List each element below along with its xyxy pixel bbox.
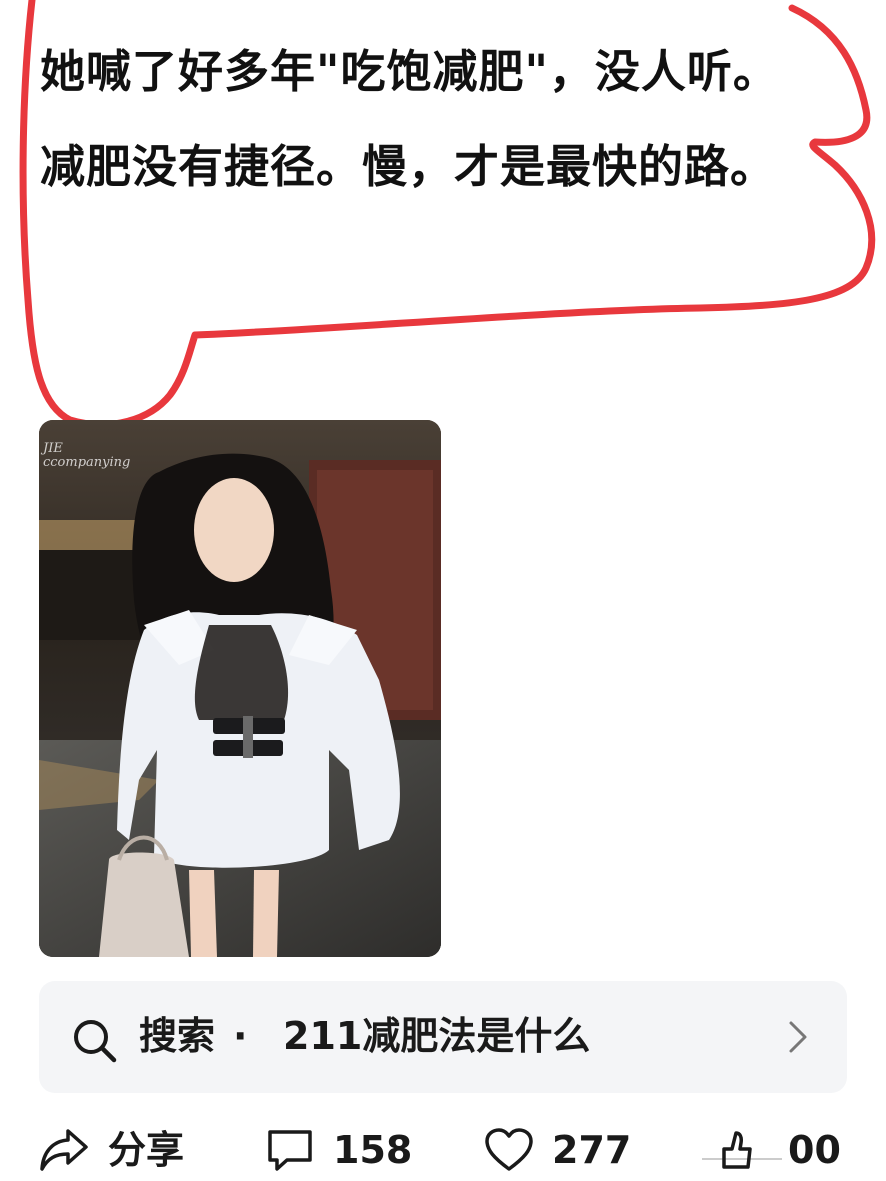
post-paragraph-2: 减肥没有捷径。慢，才是最快的路。 [40, 140, 777, 193]
post-action-bar: 分享 158 277 00 [0, 1118, 886, 1181]
search-query-text: 211减肥法是什么 [283, 1014, 591, 1058]
like-button[interactable]: 277 [484, 1118, 631, 1181]
post-photo[interactable]: JIE ccompanying [39, 420, 441, 957]
photo-watermark: JIE ccompanying [43, 442, 130, 470]
comment-button[interactable]: 158 [265, 1118, 412, 1181]
chevron-right-icon [789, 1021, 807, 1053]
post-body: 她喊了好多年"吃饱减肥"，没人听。 减肥没有捷径。慢，才是最快的路。 [40, 24, 830, 214]
photo-illustration [39, 420, 441, 957]
like-count: 277 [552, 1127, 632, 1172]
watermark-line-1: JIE [43, 441, 63, 456]
share-label: 分享 [108, 1127, 185, 1172]
thumbs-icon [702, 1130, 782, 1169]
partial-count: 00 [788, 1127, 841, 1172]
more-action-button[interactable]: 00 [702, 1118, 841, 1181]
post-paragraph-1: 她喊了好多年"吃饱减肥"，没人听。 [40, 45, 779, 98]
share-arrow-icon [40, 1128, 88, 1171]
heart-icon [485, 1127, 533, 1171]
post-page: 她喊了好多年"吃饱减肥"，没人听。 减肥没有捷径。慢，才是最快的路。 JIE c… [0, 0, 886, 1181]
comment-count: 158 [333, 1127, 413, 1172]
share-button[interactable]: 分享 [38, 1118, 184, 1181]
comment-bubble-icon [268, 1129, 312, 1171]
watermark-line-2: ccompanying [43, 455, 131, 470]
search-separator: · [233, 1014, 248, 1058]
search-prefix-label: 搜索 [139, 1014, 216, 1058]
related-search-bar[interactable]: 搜索 · 211减肥法是什么 [39, 981, 847, 1093]
search-icon [74, 1020, 117, 1063]
